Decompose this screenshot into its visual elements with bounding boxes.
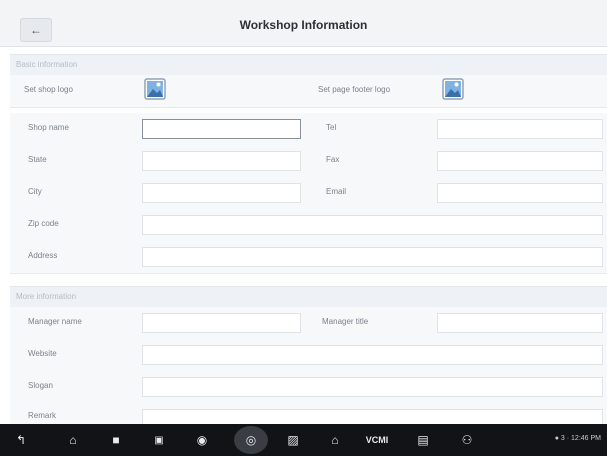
row-manager: Manager name Manager title — [10, 307, 607, 340]
shop-name-label: Shop name — [28, 123, 69, 132]
car-icon[interactable]: ▤ — [414, 431, 432, 449]
tel-label: Tel — [326, 123, 337, 132]
remark-input[interactable] — [142, 409, 603, 424]
slogan-input[interactable] — [142, 377, 603, 397]
fax-label: Fax — [326, 155, 340, 164]
state-label: State — [28, 155, 47, 164]
city-label: City — [28, 187, 42, 196]
address-label: Address — [28, 251, 58, 260]
browser-icon[interactable]: ◉ — [193, 431, 211, 449]
manager-name-label: Manager name — [28, 317, 82, 326]
manager-title-input[interactable] — [437, 313, 603, 333]
row-slogan: Slogan — [10, 371, 607, 404]
status-indicator: ● 3 · 12:46 PM — [554, 435, 601, 442]
slogan-label: Slogan — [28, 381, 53, 390]
manager-title-label: Manager title — [322, 317, 369, 326]
row-state-fax: State Fax — [10, 145, 607, 178]
back-icon[interactable]: ↰ — [12, 431, 30, 449]
row-city-email: City Email — [10, 177, 607, 210]
page-title: Workshop Information — [239, 18, 368, 32]
house-icon[interactable]: ⌂ — [326, 431, 344, 449]
zip-code-label: Zip code — [28, 219, 59, 228]
row-zip-code: Zip code — [10, 209, 607, 242]
section-header-more: More information — [10, 286, 607, 307]
state-input[interactable] — [142, 151, 301, 171]
section-header-basic: Basic information — [10, 54, 607, 75]
email-input[interactable] — [437, 183, 603, 203]
vcm-icon[interactable]: VCMI — [364, 431, 390, 449]
section-title: Basic information — [16, 60, 78, 69]
people-icon[interactable]: ⚇ — [458, 431, 476, 449]
camera-icon[interactable]: ◎ — [234, 426, 268, 454]
footer-logo-image-icon[interactable] — [442, 78, 464, 100]
remark-label: Remark — [28, 411, 57, 420]
home-icon[interactable]: ⌂ — [64, 431, 82, 449]
window-icon[interactable]: ▣ — [150, 431, 168, 449]
recent-apps-icon[interactable]: ■ — [107, 431, 125, 449]
section-title: More information — [16, 292, 77, 301]
shop-logo-label: Set shop logo — [24, 85, 73, 94]
website-input[interactable] — [142, 345, 603, 365]
website-label: Website — [28, 349, 57, 358]
fax-input[interactable] — [437, 151, 603, 171]
tel-input[interactable] — [437, 119, 603, 139]
header-bar: ← Workshop Information — [0, 0, 607, 47]
manager-name-input[interactable] — [142, 313, 301, 333]
row-website: Website — [10, 339, 607, 372]
email-label: Email — [326, 187, 347, 196]
zip-code-input[interactable] — [142, 215, 603, 235]
footer-logo-label: Set page footer logo — [318, 85, 391, 94]
system-navigation-bar: ↰ ⌂ ■ ▣ ◉ ◎ ▨ ⌂ VCMI ▤ ⚇ ● 3 · 12:46 PM — [0, 424, 607, 456]
shop-logo-image-icon[interactable] — [144, 78, 166, 100]
screen-record-icon[interactable]: ▨ — [284, 431, 302, 449]
row-logos: Set shop logo Set page footer logo — [10, 75, 607, 108]
row-remark: Remark — [10, 403, 607, 425]
city-input[interactable] — [142, 183, 301, 203]
row-address: Address — [10, 241, 607, 274]
shop-name-input[interactable] — [142, 119, 301, 139]
row-shop-name-tel: Shop name Tel — [10, 113, 607, 146]
address-input[interactable] — [142, 247, 603, 267]
